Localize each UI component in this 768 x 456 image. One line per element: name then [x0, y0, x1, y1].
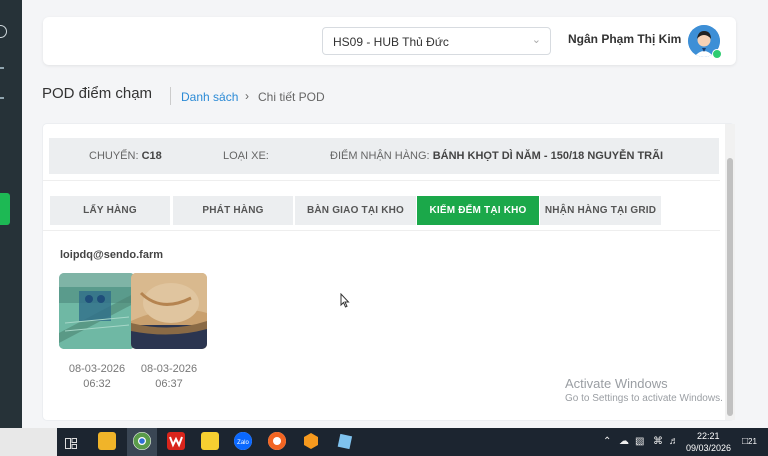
menu-icon[interactable]	[0, 97, 4, 99]
photo-timestamp: 08-03-2026 06:37	[131, 362, 207, 392]
chevron-right-icon: ›	[245, 89, 249, 103]
menu-icon[interactable]	[0, 67, 4, 69]
scrollbar-thumb[interactable]	[727, 158, 733, 416]
activate-windows-subtitle: Go to Settings to activate Windows.	[565, 393, 723, 404]
breadcrumb-current: Chi tiết POD	[258, 90, 325, 104]
activate-windows-title: Activate Windows	[565, 376, 668, 391]
app-icon[interactable]	[268, 432, 286, 450]
tab-lay-hang[interactable]: LẤY HÀNG	[50, 196, 170, 225]
chevron-down-icon: ⌄	[531, 34, 541, 46]
sidebar	[0, 0, 22, 428]
uploader-email: loipdq@sendo.farm	[60, 249, 164, 261]
tab-kiem-dem-tai-kho[interactable]: KIỂM ĐẾM TẠI KHO	[417, 196, 539, 225]
notification-count: 21	[748, 437, 757, 446]
sublime-text-icon[interactable]	[302, 432, 320, 450]
wps-office-icon[interactable]	[167, 432, 185, 450]
breadcrumb-list-link[interactable]: Danh sách	[181, 90, 238, 104]
tab-ban-giao-tai-kho[interactable]: BÀN GIAO TẠI KHO	[295, 196, 416, 225]
tab-phat-hang[interactable]: PHÁT HÀNG	[173, 196, 293, 225]
photo-timestamp: 08-03-2026 06:32	[59, 362, 135, 392]
pod-photo[interactable]	[131, 273, 207, 349]
photo-date: 08-03-2026	[140, 363, 198, 375]
network-icon[interactable]: ⌘	[653, 436, 663, 447]
pod-photo[interactable]	[59, 273, 135, 349]
clock-date[interactable]: 09/03/2026	[686, 443, 731, 453]
divider	[43, 180, 720, 181]
divider	[43, 230, 720, 231]
sticky-notes-icon[interactable]	[201, 432, 219, 450]
taskbar: Zalo ⌃ ☁ ▧ ⌘ ♬ 22:21 09/03/2026 □21	[0, 428, 768, 456]
chevron-up-icon[interactable]: ⌃	[603, 436, 611, 447]
top-bar: HS09 - HUB Thủ Đức ⌄ Ngân Phạm Thị Kim	[43, 17, 736, 65]
svg-text:Zalo: Zalo	[237, 440, 249, 446]
page-title: POD điểm chạm	[42, 85, 153, 102]
trip-info: CHUYẾN: C18	[89, 150, 162, 162]
vehicle-info: LOẠI XE:	[223, 150, 269, 162]
mouse-cursor-icon	[340, 292, 350, 313]
hub-select-value: HS09 - HUB Thủ Đức	[333, 35, 449, 49]
hub-select[interactable]: HS09 - HUB Thủ Đức ⌄	[322, 27, 551, 55]
zalo-icon[interactable]: Zalo	[234, 432, 252, 450]
photo-date: 08-03-2026	[68, 363, 126, 375]
notepad-icon[interactable]	[336, 432, 354, 450]
input-method-icon[interactable]: ▧	[635, 436, 644, 447]
photo-time: 06:37	[155, 378, 183, 390]
volume-icon[interactable]: ♬	[669, 436, 679, 447]
breadcrumb-divider	[170, 87, 171, 105]
onedrive-icon[interactable]: ☁	[619, 436, 629, 447]
collapse-icon[interactable]	[0, 25, 7, 38]
sidebar-item-active[interactable]	[0, 193, 10, 225]
online-status-indicator	[712, 49, 722, 59]
task-view-icon[interactable]	[65, 436, 77, 449]
taskbar-search-area[interactable]	[0, 428, 57, 456]
pickup-info: ĐIỂM NHẬN HÀNG: BÁNH KHỌT DÌ NĂM - 150/1…	[330, 150, 664, 162]
tab-nhan-hang-tai-grid[interactable]: NHẬN HÀNG TẠI GRID	[540, 196, 661, 225]
chrome-icon[interactable]	[133, 432, 151, 450]
notification-icon[interactable]: □21	[742, 436, 757, 447]
trip-info-bar: CHUYẾN: C18 LOẠI XE: ĐIỂM NHẬN HÀNG: BÁN…	[49, 138, 719, 174]
photo-time: 06:32	[83, 378, 111, 390]
file-explorer-icon[interactable]	[98, 432, 116, 450]
user-name[interactable]: Ngân Phạm Thị Kim	[568, 32, 681, 46]
clock-time[interactable]: 22:21	[697, 431, 720, 441]
